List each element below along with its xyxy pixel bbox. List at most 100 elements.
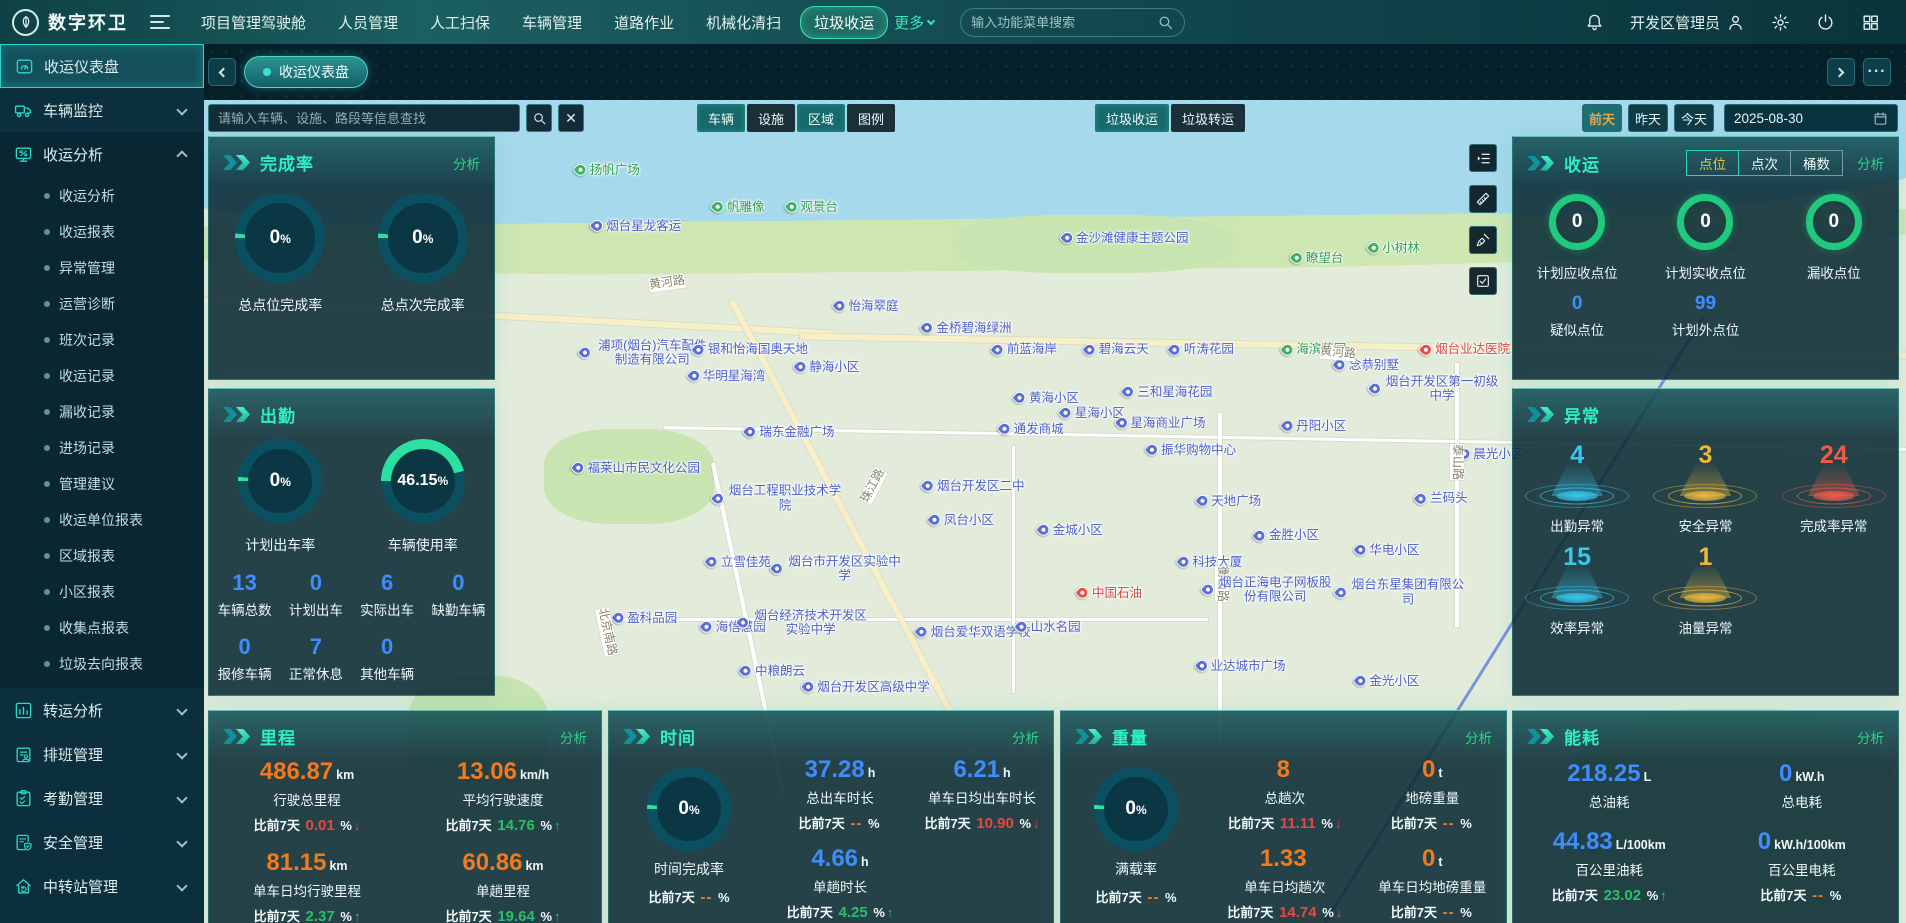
abnormal-item[interactable]: 24 完成率异常 — [1770, 439, 1898, 535]
map-label[interactable]: 烟台开发区第一初级中学 — [1366, 374, 1501, 403]
abnormal-item[interactable]: 3 安全异常 — [1641, 439, 1769, 535]
map-label[interactable]: 碧海云天 — [1081, 340, 1149, 358]
map-label[interactable]: 珠江路 — [857, 466, 888, 506]
map-label[interactable]: 烟台东星集团有限公司 — [1332, 578, 1467, 607]
nav-more-button[interactable]: 更多 — [894, 12, 936, 33]
apps-grid-icon[interactable] — [1861, 13, 1880, 32]
analysis-link[interactable]: 分析 — [1465, 727, 1492, 747]
layer-toggle-button[interactable]: 区域 — [797, 104, 846, 132]
sidebar-item[interactable]: 考勤管理 — [0, 776, 204, 820]
search-icon[interactable] — [1157, 14, 1174, 31]
collection-tab[interactable]: 桶数 — [1791, 150, 1843, 176]
map-label[interactable]: 烟台开发区二中 — [919, 477, 1025, 495]
power-icon[interactable] — [1816, 13, 1835, 32]
map-label[interactable]: 华明星海湾 — [685, 367, 765, 385]
nav-menu-item[interactable]: 人员管理 — [325, 7, 411, 38]
map-label[interactable]: 怡海翠庭 — [831, 297, 899, 315]
map-label[interactable]: 业达城市广场 — [1193, 657, 1286, 675]
analysis-link[interactable]: 分析 — [1857, 153, 1884, 173]
map-label[interactable]: 中粮朗云 — [737, 662, 805, 680]
sidebar-subitem[interactable]: 垃圾去向报表 — [0, 646, 204, 682]
bell-icon[interactable] — [1585, 13, 1604, 32]
map-label[interactable]: 烟台经济技术开发区实验中学 — [734, 608, 869, 637]
sidebar-subitem[interactable]: 漏收记录 — [0, 394, 204, 430]
nav-menu-item[interactable]: 机械化清扫 — [693, 7, 794, 38]
map-label[interactable]: 金桥碧海绿洲 — [918, 319, 1011, 337]
map-label[interactable]: 兰码头 — [1412, 489, 1468, 507]
map-label[interactable]: 静海小区 — [791, 358, 859, 376]
sidebar-subitem[interactable]: 收运单位报表 — [0, 502, 204, 538]
map-label[interactable]: 烟台开发区高级中学 — [799, 678, 930, 696]
mode-toggle-button[interactable]: 垃圾转运 — [1171, 104, 1246, 132]
sidebar-item[interactable]: 车辆监控 — [0, 88, 204, 132]
map-search-input[interactable] — [218, 110, 510, 126]
tab-more-button[interactable] — [1863, 58, 1891, 86]
nav-menu-item[interactable]: 垃圾收运 — [800, 5, 889, 39]
sidebar-subitem[interactable]: 异常管理 — [0, 250, 204, 286]
measure-tool-button[interactable] — [1469, 185, 1497, 213]
mode-toggle-button[interactable]: 垃圾收运 — [1095, 104, 1170, 132]
map-label[interactable]: 立雪佳苑 — [703, 553, 771, 571]
sidebar-subitem[interactable]: 进场记录 — [0, 430, 204, 466]
map-label[interactable]: 泰山路 — [1449, 444, 1465, 481]
sidebar-item[interactable]: 收运仪表盘 — [0, 44, 204, 88]
sidebar-subitem[interactable]: 小区报表 — [0, 574, 204, 610]
map-search-button[interactable] — [526, 104, 552, 132]
sidebar-item[interactable]: 安全管理 — [0, 820, 204, 864]
tab-back-button[interactable] — [208, 58, 236, 86]
sidebar-item[interactable]: 排班管理 — [0, 732, 204, 776]
sidebar-item[interactable]: 转运分析 — [0, 688, 204, 732]
map-label[interactable]: 振华购物中心 — [1143, 441, 1236, 459]
sidebar-item[interactable]: 中转站管理 — [0, 864, 204, 908]
map-label[interactable]: 金胜小区 — [1251, 526, 1319, 544]
map-label[interactable]: 观景台 — [782, 198, 838, 216]
abnormal-item[interactable]: 1 油量异常 — [1641, 541, 1769, 637]
nav-menu-item[interactable]: 项目管理驾驶舱 — [188, 7, 319, 38]
map-label[interactable]: 烟台工程职业技术学院 — [709, 484, 844, 513]
sidebar-subitem[interactable]: 管理建议 — [0, 466, 204, 502]
gear-icon[interactable] — [1771, 13, 1790, 32]
map-label[interactable]: 黄河路 — [648, 272, 686, 293]
map-label[interactable]: 银和怡海国奥天地 — [690, 340, 808, 358]
date-quick-button[interactable]: 今天 — [1674, 104, 1714, 132]
user-menu[interactable]: 开发区管理员 — [1630, 12, 1745, 33]
date-quick-button[interactable]: 昨天 — [1628, 104, 1668, 132]
map-label[interactable]: 山水名园 — [1013, 618, 1081, 636]
tab-dashboard[interactable]: 收运仪表盘 — [244, 56, 368, 88]
map-label[interactable]: 烟台业达医院 — [1417, 340, 1510, 358]
analysis-link[interactable]: 分析 — [1012, 727, 1039, 747]
analysis-link[interactable]: 分析 — [453, 153, 480, 173]
sidebar-subitem[interactable]: 收集点报表 — [0, 610, 204, 646]
layer-toggle-button[interactable]: 设施 — [747, 104, 796, 132]
map-label[interactable]: 盈科品园 — [609, 609, 677, 627]
map-label[interactable]: 华电小区 — [1351, 541, 1419, 559]
layer-toggle-button[interactable]: 图例 — [847, 104, 896, 132]
map-label[interactable]: 前蓝海岸 — [989, 340, 1057, 358]
nav-menu-item[interactable]: 人工扫保 — [417, 7, 503, 38]
map-label[interactable]: 天地广场 — [1193, 492, 1261, 510]
tab-forward-button[interactable] — [1827, 58, 1855, 86]
sidebar-item[interactable]: 收运分析 — [0, 132, 204, 176]
sidebar-subitem[interactable]: 区域报表 — [0, 538, 204, 574]
map-label[interactable]: 福莱山市民文化公园 — [570, 459, 700, 477]
layer-toggle-button[interactable]: 车辆 — [697, 104, 746, 132]
map-label[interactable]: 通发商城 — [996, 420, 1064, 438]
clear-tool-button[interactable] — [1469, 226, 1497, 254]
map-label[interactable]: 丹阳小区 — [1278, 417, 1346, 435]
map-label[interactable]: 三和星海花园 — [1119, 383, 1212, 401]
abnormal-item[interactable]: 15 效率异常 — [1513, 541, 1641, 637]
map-label[interactable]: 听涛花园 — [1166, 340, 1234, 358]
nav-menu-item[interactable]: 道路作业 — [601, 7, 687, 38]
map-label[interactable]: 星海商业广场 — [1113, 414, 1206, 432]
map-label[interactable]: 科技大厦 — [1174, 553, 1242, 571]
sidebar-subitem[interactable]: 收运报表 — [0, 214, 204, 250]
analysis-link[interactable]: 分析 — [560, 727, 587, 747]
map-label[interactable]: 瞭望台 — [1288, 249, 1343, 267]
layer-list-tool-button[interactable] — [1469, 144, 1497, 172]
map-label[interactable]: 帆雕像 — [709, 198, 765, 216]
map-label[interactable]: 黄河路 — [1318, 343, 1356, 362]
map-label[interactable]: 金城小区 — [1035, 521, 1103, 539]
map-label[interactable]: 中国石油 — [1074, 584, 1142, 602]
map-search[interactable] — [208, 104, 520, 132]
sidebar-subitem[interactable]: 收运分析 — [0, 178, 204, 214]
